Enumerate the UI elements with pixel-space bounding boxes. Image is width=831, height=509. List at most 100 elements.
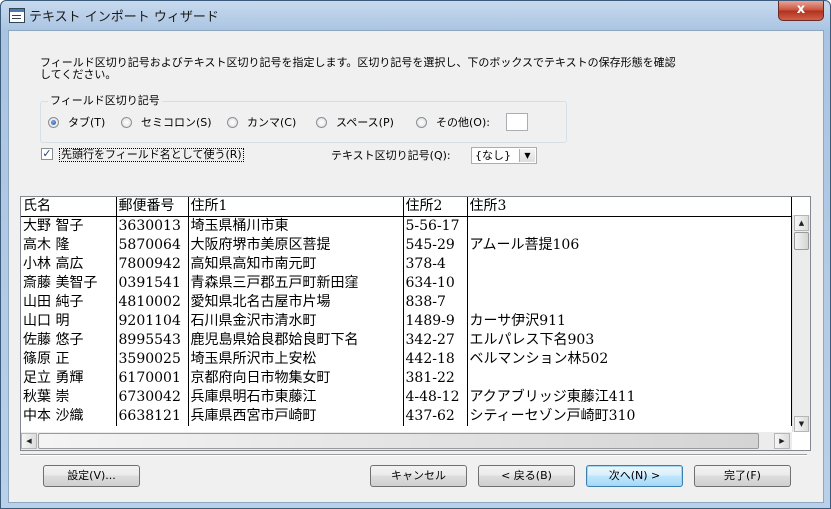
table-cell: 愛知県北名古屋市片場 <box>188 293 404 312</box>
radio-tab-label: タブ(T) <box>68 116 106 129</box>
back-button[interactable]: < 戻る(B) <box>478 465 575 487</box>
radio-comma-label: カンマ(C) <box>247 116 297 129</box>
table-cell: アムール菩提106 <box>467 236 792 255</box>
table-cell: 秋葉 崇 <box>21 388 117 407</box>
next-button[interactable]: 次へ(N) > <box>586 465 683 487</box>
table-row: 山口 明 9201104 石川県金沢市清水町 1489-9 カーサ伊沢911 <box>21 312 792 331</box>
horizontal-scroll-thumb[interactable] <box>38 433 759 449</box>
vertical-scroll-thumb[interactable] <box>794 232 809 250</box>
radio-tab[interactable]: タブ(T) <box>48 116 110 130</box>
scroll-right-icon[interactable]: ▶ <box>774 433 790 449</box>
table-cell: エルパレス下名903 <box>467 331 792 350</box>
table-cell: 高木 隆 <box>21 236 117 255</box>
import-wizard-window: テキスト インポート ウィザード x フィールド区切り記号およびテキスト区切り記… <box>0 0 831 509</box>
table-cell: 大野 智子 <box>21 216 117 236</box>
window-title: テキスト インポート ウィザード <box>29 10 219 25</box>
table-cell: アクアブリッジ東藤江411 <box>467 388 792 407</box>
table-row: 山田 純子 4810002 愛知県北名古屋市片場 838-7 <box>21 293 792 312</box>
radio-other-button[interactable] <box>416 117 427 128</box>
chevron-down-icon[interactable]: ▼ <box>519 149 535 162</box>
table-cell: 埼玉県所沢市上安松 <box>188 350 404 369</box>
table-cell: 山口 明 <box>21 312 117 331</box>
radio-space[interactable]: スペース(P) <box>316 116 396 130</box>
table-cell: シティーセゾン戸崎町310 <box>467 407 792 426</box>
table-cell <box>467 255 792 274</box>
radio-space-button[interactable] <box>316 117 327 128</box>
table-cell: 6170001 <box>116 369 189 388</box>
column-header[interactable]: 郵便番号 <box>116 197 189 217</box>
title-bar[interactable]: テキスト インポート ウィザード x <box>1 1 830 29</box>
preview-table: 氏名 郵便番号 住所1 住所2 住所3 大野 智子 3630013 埼玉県桶川市東 5-56-1… <box>21 197 792 426</box>
column-header[interactable]: 住所1 <box>188 197 404 217</box>
first-row-header-checkbox[interactable]: ✓ <box>41 148 53 160</box>
table-cell: 9201104 <box>116 312 189 331</box>
table-cell: 鹿児島県姶良郡姶良町下名 <box>188 331 404 350</box>
instructions-line-1: フィールド区切り記号およびテキスト区切り記号を指定します。区切り記号を選択し、下… <box>40 56 676 69</box>
table-cell: 中本 沙織 <box>21 407 117 426</box>
vertical-scrollbar[interactable]: ▲ ▼ <box>792 215 810 432</box>
table-cell: 小林 高広 <box>21 255 117 274</box>
table-cell: 1489-9 <box>403 312 468 331</box>
table-row: 斎藤 美智子 0391541 青森県三戸郡五戸町新田窪 634-10 <box>21 274 792 293</box>
table-cell: 篠原 正 <box>21 350 117 369</box>
radio-semicolon-label: セミコロン(S) <box>141 116 212 129</box>
other-delimiter-input[interactable] <box>506 113 528 131</box>
settings-button[interactable]: 設定(V)... <box>43 465 140 487</box>
table-cell: 545-29 <box>403 236 468 255</box>
table-header-row: 氏名 郵便番号 住所1 住所2 住所3 <box>21 197 792 217</box>
preview-grid: 氏名 郵便番号 住所1 住所2 住所3 大野 智子 3630013 埼玉県桶川市東 5-56-1… <box>20 196 811 451</box>
radio-semicolon-button[interactable] <box>121 117 132 128</box>
table-cell: 兵庫県明石市東藤江 <box>188 388 404 407</box>
horizontal-scrollbar[interactable]: ◀ ▶ <box>21 432 792 450</box>
radio-other[interactable]: その他(O): <box>416 116 496 130</box>
table-cell: 4810002 <box>116 293 189 312</box>
table-row: 大野 智子 3630013 埼玉県桶川市東 5-56-17 <box>21 216 792 236</box>
text-qualifier-label: テキスト区切り記号(Q): <box>331 149 451 162</box>
table-cell: 石川県金沢市清水町 <box>188 312 404 331</box>
cancel-button[interactable]: キャンセル <box>370 465 467 487</box>
instructions-line-2: してください。 <box>40 68 117 81</box>
column-header[interactable]: 氏名 <box>21 197 117 217</box>
scroll-left-icon[interactable]: ◀ <box>21 433 37 449</box>
close-button[interactable]: x <box>778 1 824 21</box>
radio-comma[interactable]: カンマ(C) <box>227 116 297 130</box>
table-cell: 442-18 <box>403 350 468 369</box>
table-cell: 埼玉県桶川市東 <box>188 216 404 236</box>
table-cell: 5870064 <box>116 236 189 255</box>
table-cell: 3590025 <box>116 350 189 369</box>
radio-other-label: その他(O): <box>436 116 490 129</box>
table-cell: 381-22 <box>403 369 468 388</box>
table-cell: 佐藤 悠子 <box>21 331 117 350</box>
table-cell: 838-7 <box>403 293 468 312</box>
column-header[interactable]: 住所3 <box>467 197 792 217</box>
table-row: 篠原 正 3590025 埼玉県所沢市上安松 442-18 ベルマンション林502 <box>21 350 792 369</box>
scroll-up-icon[interactable]: ▲ <box>794 215 809 231</box>
table-cell: 斎藤 美智子 <box>21 274 117 293</box>
table-cell: ベルマンション林502 <box>467 350 792 369</box>
table-cell: 高知県高知市南元町 <box>188 255 404 274</box>
table-cell: 5-56-17 <box>403 216 468 236</box>
radio-comma-button[interactable] <box>227 117 238 128</box>
app-icon <box>9 8 25 23</box>
table-row: 高木 隆 5870064 大阪府堺市美原区菩提 545-29 アムール菩提106 <box>21 236 792 255</box>
table-cell <box>467 293 792 312</box>
radio-tab-button[interactable] <box>48 117 59 128</box>
table-cell: 足立 勇輝 <box>21 369 117 388</box>
table-cell: 3630013 <box>116 216 189 236</box>
table-cell: 634-10 <box>403 274 468 293</box>
scroll-down-icon[interactable]: ▼ <box>794 416 809 432</box>
table-cell: 7800942 <box>116 255 189 274</box>
table-cell: 青森県三戸郡五戸町新田窪 <box>188 274 404 293</box>
table-cell: 兵庫県西宮市戸崎町 <box>188 407 404 426</box>
first-row-header-label[interactable]: 先頭行をフィールド名として使う(R) <box>59 148 244 162</box>
table-cell <box>467 216 792 236</box>
text-qualifier-dropdown[interactable]: {なし} ▼ <box>471 147 537 164</box>
column-header[interactable]: 住所2 <box>403 197 468 217</box>
radio-space-label: スペース(P) <box>336 116 394 129</box>
separator <box>20 454 807 456</box>
radio-semicolon[interactable]: セミコロン(S) <box>121 116 212 130</box>
table-cell <box>467 274 792 293</box>
table-row: 佐藤 悠子 8995543 鹿児島県姶良郡姶良町下名 342-27 エルパレス下名903 <box>21 331 792 350</box>
finish-button[interactable]: 完了(F) <box>694 465 791 487</box>
table-cell: 6638121 <box>116 407 189 426</box>
